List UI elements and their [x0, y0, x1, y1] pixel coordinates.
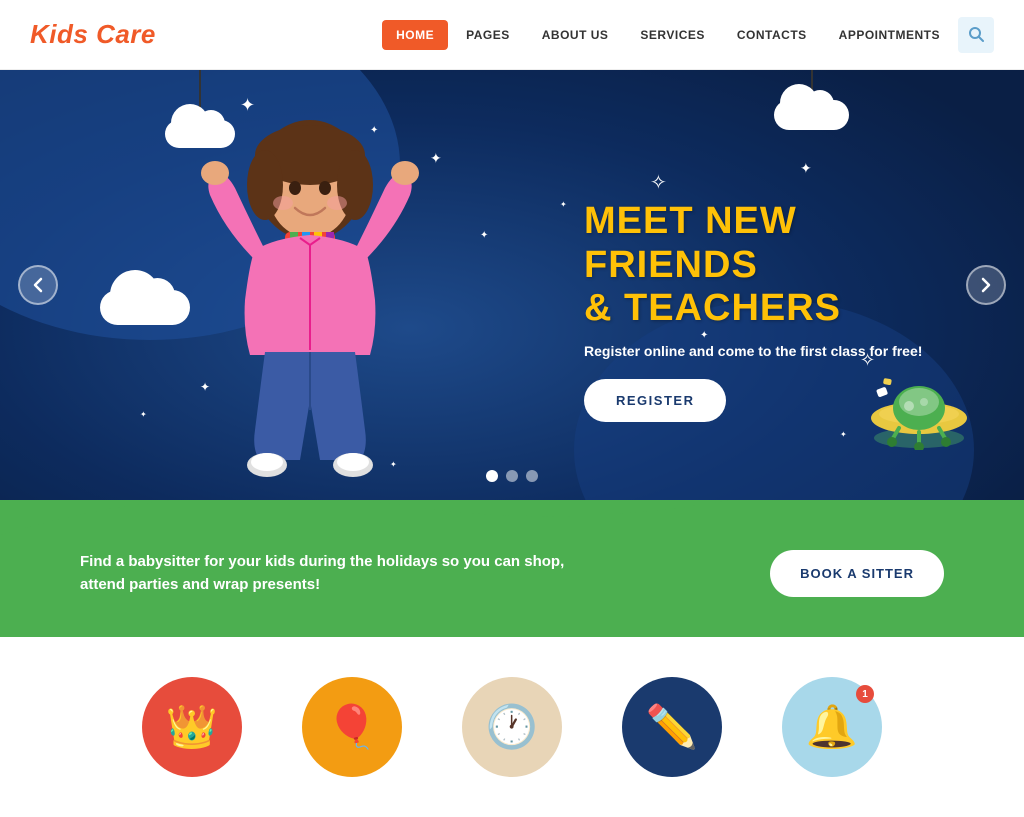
grass-wave-svg — [0, 500, 1024, 535]
icon-bell[interactable]: 🔔 1 — [782, 677, 882, 777]
slider-prev-arrow[interactable] — [18, 265, 58, 305]
slider-next-arrow[interactable] — [966, 265, 1006, 305]
icon-pencil[interactable]: ✏️ — [622, 677, 722, 777]
book-sitter-button[interactable]: BOOK A SITTER — [770, 550, 944, 597]
clock-icon: 🕐 — [486, 703, 538, 752]
icons-section: 👑 🎈 🕐 ✏️ 🔔 1 — [0, 637, 1024, 817]
icon-crown[interactable]: 👑 — [142, 677, 242, 777]
hero-subtitle: Register online and come to the first cl… — [584, 343, 944, 359]
dot-1[interactable] — [486, 470, 498, 482]
grass-text: Find a babysitter for your kids during t… — [80, 551, 564, 596]
notification-badge: 1 — [856, 685, 874, 703]
nav-item-pages[interactable]: PAGES — [452, 20, 524, 50]
ufo-decoration — [864, 360, 964, 440]
star-sparkle-1: ✧ — [650, 170, 667, 195]
hanging-cloud-right — [774, 70, 849, 130]
nav-item-appointments[interactable]: APPOINTMENTS — [825, 20, 954, 50]
star-icon-4: ✦ — [480, 230, 488, 241]
nav-item-home[interactable]: HOME — [382, 20, 448, 50]
icon-clock[interactable]: 🕐 — [462, 677, 562, 777]
search-button[interactable] — [958, 17, 994, 53]
nav: HOME PAGES ABOUT US SERVICES CONTACTS AP… — [382, 17, 994, 53]
grass-content: Find a babysitter for your kids during t… — [0, 540, 1024, 607]
hero-child-image — [150, 100, 470, 500]
crown-icon: 👑 — [166, 703, 218, 752]
star-icon-5: ✦ — [140, 410, 147, 419]
icon-balloon[interactable]: 🎈 — [302, 677, 402, 777]
star-icon-11: ✦ — [840, 430, 847, 439]
hero-section: ✦ ✦ ✦ ✦ ✦ ✦ ✦ ✦ ✦ ✦ ✦ ✧ ✧ — [0, 70, 1024, 500]
pencil-icon: ✏️ — [646, 703, 698, 752]
hero-headline: MEET NEW FRIENDS & TEACHERS — [584, 200, 944, 331]
register-button[interactable]: REGISTER — [584, 379, 726, 422]
slider-dots — [486, 470, 538, 482]
balloon-icon: 🎈 — [326, 703, 378, 752]
dot-2[interactable] — [506, 470, 518, 482]
cta-section: Find a babysitter for your kids during t… — [0, 500, 1024, 637]
logo: Kids Care — [30, 19, 156, 50]
nav-item-about[interactable]: ABOUT US — [528, 20, 623, 50]
bell-icon: 🔔 — [806, 703, 858, 752]
star-icon-8: ✦ — [560, 200, 567, 209]
dot-3[interactable] — [526, 470, 538, 482]
nav-item-services[interactable]: SERVICES — [626, 20, 718, 50]
nav-item-contacts[interactable]: CONTACTS — [723, 20, 821, 50]
header: Kids Care HOME PAGES ABOUT US SERVICES C… — [0, 0, 1024, 70]
star-icon-10: ✦ — [800, 160, 812, 177]
